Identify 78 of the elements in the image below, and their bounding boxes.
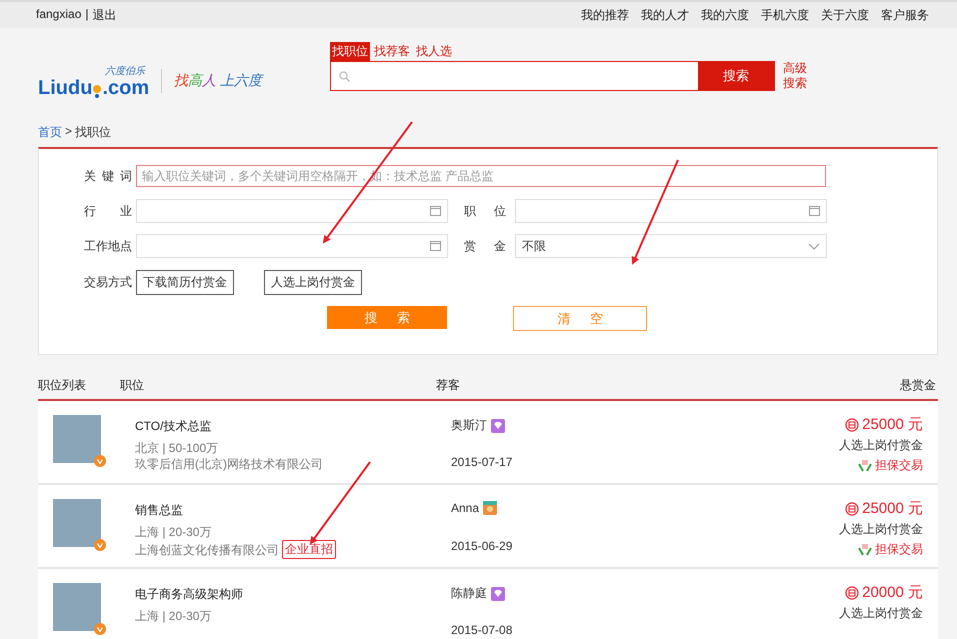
search-field[interactable]: 搜索 (330, 61, 775, 91)
job-row[interactable]: 销售总监 上海 | 20-30万 上海创蓝文化传播有限公司 企业直招 Anna 2015-06-29 25000 元 人选上岗付赏金 担保交易 (38, 485, 938, 567)
recommender-name[interactable]: 奥斯汀 (451, 417, 487, 434)
top-nav-link[interactable]: 关于六度 (821, 6, 869, 24)
top-nav-link[interactable]: 我的人才 (641, 6, 689, 24)
column-header: 职位列表 (38, 377, 87, 394)
diamond-badge-icon (491, 418, 505, 432)
trade-option[interactable]: 下载简历付赏金 (136, 270, 234, 294)
job-row[interactable]: 电子商务高级架构师 上海 | 20-30万 陈静庭 2015-07-08 20000 元 人选上岗付赏金 (38, 569, 938, 639)
picker-field[interactable] (136, 234, 448, 258)
job-meta: 上海 | 20-30万 (135, 524, 212, 540)
search-button[interactable]: 搜索 (698, 61, 774, 91)
guarantee-link[interactable]: 担保交易 (875, 541, 923, 558)
job-title[interactable]: CTO/技术总监 (135, 418, 451, 435)
search-tab[interactable]: 找人选 (414, 42, 454, 61)
photo-placeholder (53, 499, 101, 547)
recommender-name[interactable]: 陈静庭 (451, 585, 487, 602)
site-logo[interactable]: 六度伯乐 Liudu .com (38, 64, 150, 98)
guarantee-link[interactable]: 担保交易 (875, 457, 923, 474)
reward-terms: 人选上岗付赏金 (839, 521, 923, 538)
calendar-icon (809, 206, 820, 216)
calendar-icon (430, 241, 441, 251)
medal-badge-icon (483, 501, 498, 515)
company-name: 上海创蓝文化传播有限公司 (135, 542, 279, 558)
breadcrumb-home-link[interactable]: 首页 (38, 124, 62, 141)
separator: | (85, 6, 88, 22)
reward-seal-icon (845, 418, 860, 432)
recommender-name[interactable]: Anna (451, 501, 480, 515)
diamond-badge-icon (491, 586, 505, 600)
search-icon (339, 70, 350, 82)
search-tab[interactable]: 找荐客 (372, 42, 412, 61)
column-header: 职位 (120, 377, 145, 394)
reward-seal-icon (845, 502, 860, 516)
post-date: 2015-07-08 (451, 623, 512, 637)
field-label: 赏金 (464, 238, 506, 254)
reward-terms: 人选上岗付赏金 (839, 437, 923, 454)
job-title[interactable]: 销售总监 (135, 502, 451, 519)
job-title[interactable]: 电子商务高级架构师 (135, 586, 451, 603)
post-date: 2015-06-29 (451, 539, 512, 553)
reward-terms: 人选上岗付赏金 (839, 605, 923, 622)
top-nav-link[interactable]: 手机六度 (761, 6, 809, 24)
hands-icon (858, 544, 872, 556)
job-row[interactable]: CTO/技术总监 北京 | 50-100万 玖零后信用(北京)网络技术有限公司 奥斯汀 2015-07-17 25000 元 人选上岗付赏金 担保交易 (38, 401, 938, 483)
calendar-icon (430, 206, 441, 216)
company-name: 玖零后信用(北京)网络技术有限公司 (135, 456, 323, 472)
direct-hire-tag[interactable]: 企业直招 (282, 540, 336, 559)
photo-placeholder (53, 415, 101, 463)
column-header: 悬赏金 (899, 377, 936, 394)
field-label: 职位 (464, 202, 506, 220)
slogan: 找高人 上六度 (174, 72, 262, 90)
hands-icon (858, 460, 872, 472)
chevron-down-icon (808, 242, 820, 250)
top-nav-link[interactable]: 客户服务 (881, 6, 929, 24)
trade-option[interactable]: 人选上岗付赏金 (264, 270, 362, 294)
job-meta: 上海 | 20-30万 (135, 608, 212, 624)
field-label: 关键词 (84, 168, 132, 184)
username: fangxiao (36, 6, 82, 22)
reward-amount: 25000 元 (862, 415, 923, 434)
reward-amount: 25000 元 (862, 499, 923, 518)
advanced-search-link[interactable]: 高级搜索 (783, 61, 808, 91)
photo-placeholder (53, 583, 101, 631)
reward-amount: 20000 元 (862, 583, 923, 602)
field-label: 交易方式 (84, 274, 132, 290)
reward-seal-icon (845, 586, 860, 600)
logout-link[interactable]: 退出 (92, 6, 116, 24)
search-tab[interactable]: 找职位 (330, 42, 370, 61)
post-date: 2015-07-17 (451, 455, 512, 469)
breadcrumb-separator: > (65, 124, 72, 140)
column-header: 荐客 (436, 377, 461, 394)
breadcrumb-current: 找职位 (75, 124, 112, 141)
picker-field[interactable] (136, 199, 448, 223)
field-label: 行业 (84, 202, 132, 220)
reward-select[interactable]: 不限 (515, 234, 827, 258)
top-nav-link[interactable]: 我的推荐 (581, 6, 629, 24)
field-label: 工作地点 (84, 238, 132, 254)
top-nav-link[interactable]: 我的六度 (701, 6, 749, 24)
picker-field[interactable] (515, 199, 827, 223)
job-meta: 北京 | 50-100万 (135, 440, 220, 456)
